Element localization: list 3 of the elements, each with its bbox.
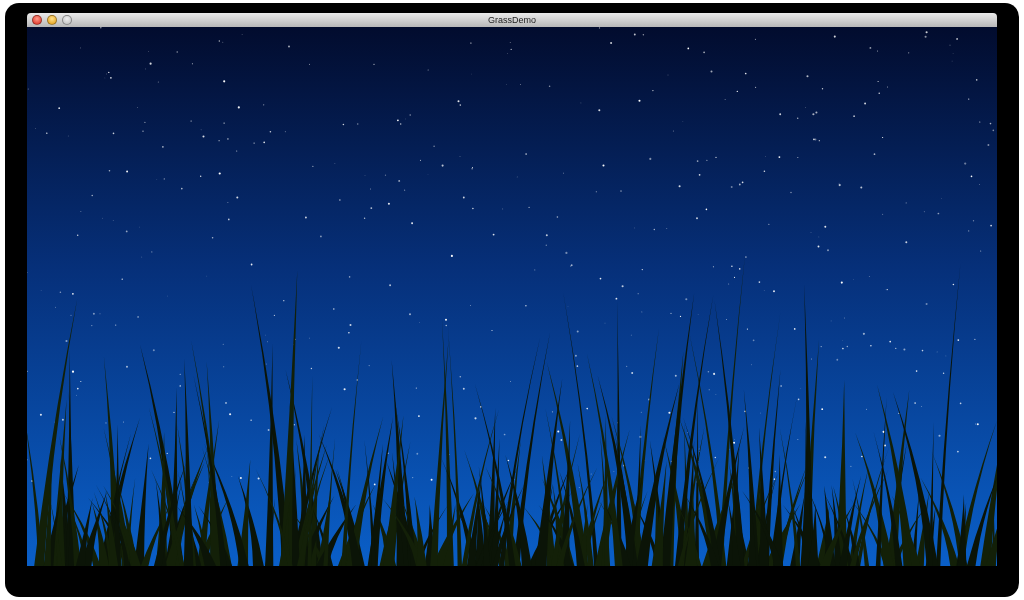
window-title: GrassDemo [488,14,536,27]
minimize-button[interactable] [47,15,57,25]
close-button[interactable] [32,15,42,25]
